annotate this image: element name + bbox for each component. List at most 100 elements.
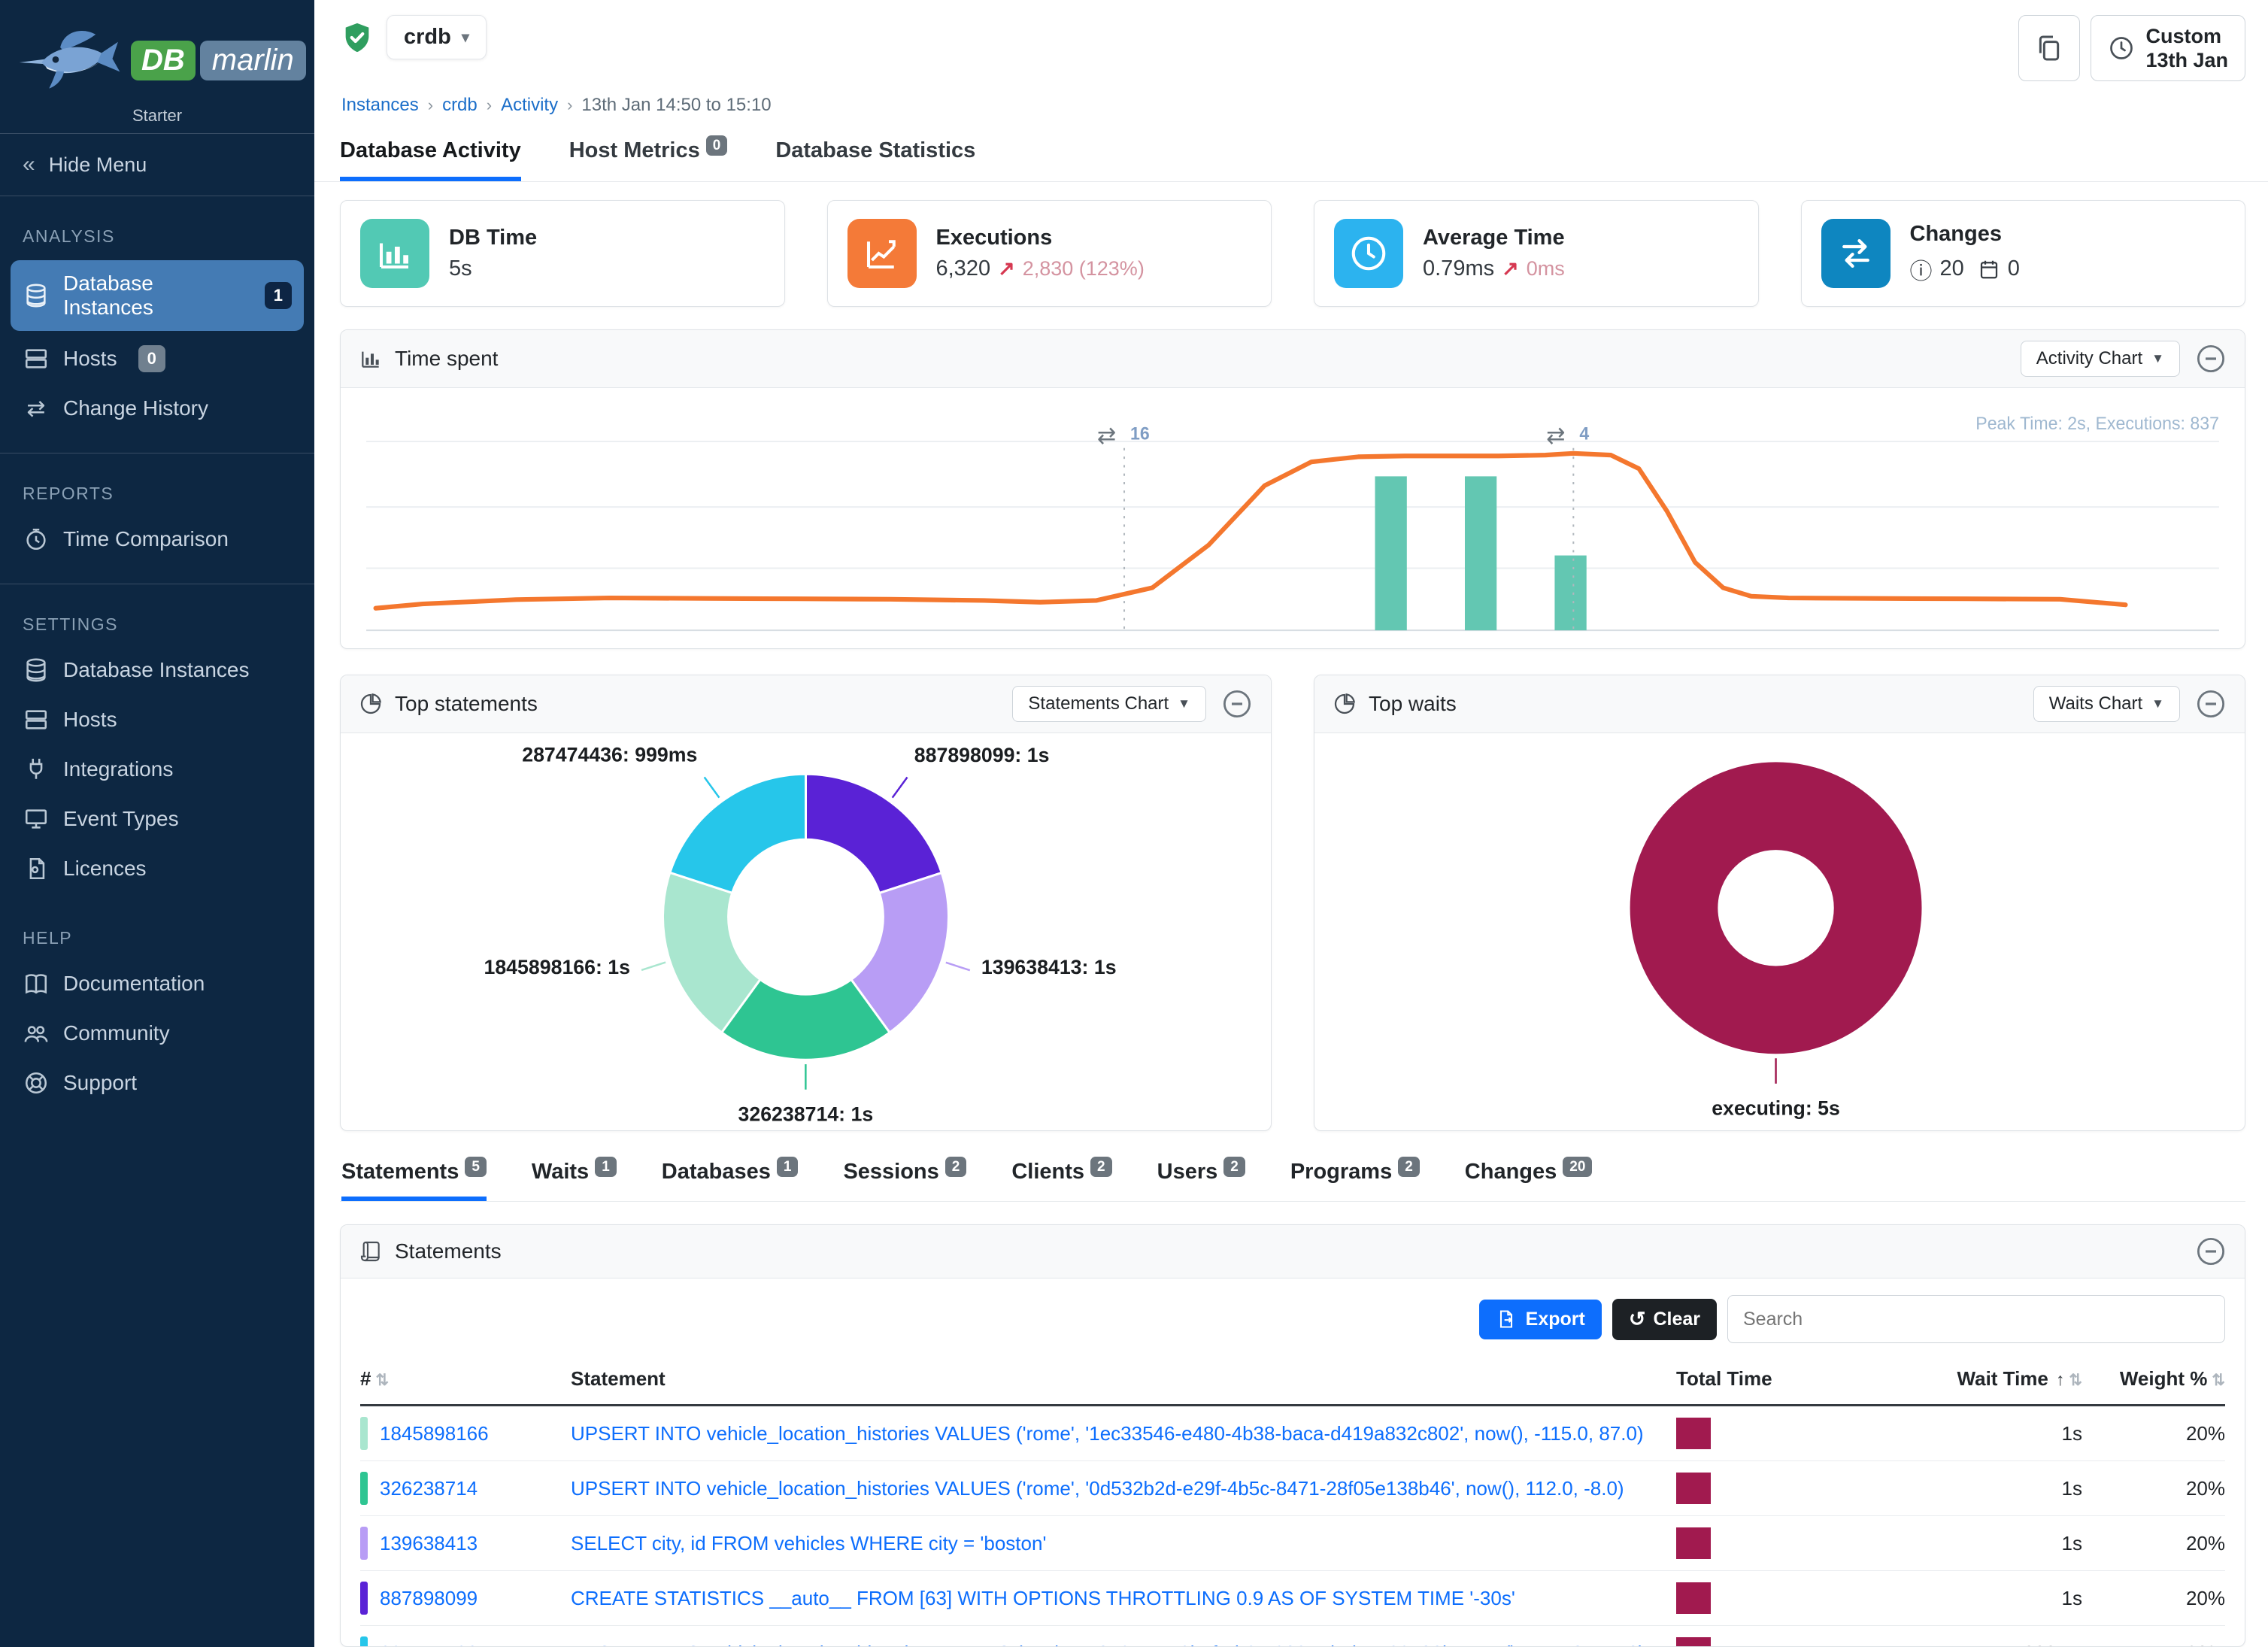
- statement-id-link[interactable]: 1845898166: [380, 1422, 489, 1445]
- statement-link[interactable]: CREATE STATISTICS __auto__ FROM [63] WIT…: [571, 1587, 1515, 1609]
- kpi-executions: Executions 6,320 ↗ 2,830 (123%): [827, 200, 1272, 307]
- breadcrumb-separator: ›: [487, 96, 492, 115]
- people-icon: [23, 1020, 50, 1047]
- tab-databases[interactable]: Databases1: [662, 1160, 799, 1201]
- svg-text:1845898166: 1s: 1845898166: 1s: [484, 956, 630, 978]
- column-header-wait-time[interactable]: Wait Time↑⇅: [1834, 1367, 2082, 1391]
- sidebar-item-settings-hosts[interactable]: Hosts: [0, 695, 314, 745]
- logo-area: DB marlin Starter: [0, 0, 314, 133]
- tab-users[interactable]: Users2: [1157, 1160, 1245, 1201]
- tab-badge: 2: [1090, 1157, 1112, 1177]
- tab-programs[interactable]: Programs2: [1290, 1160, 1420, 1201]
- svg-text:⇄: ⇄: [1097, 423, 1116, 448]
- collapse-panel-button[interactable]: [2195, 343, 2227, 375]
- clock-icon: [23, 526, 50, 553]
- statement-id-link[interactable]: 139638413: [380, 1532, 478, 1555]
- instance-name: crdb: [404, 25, 451, 50]
- copy-link-button[interactable]: [2018, 15, 2080, 81]
- total-time-bar: [1676, 1637, 1711, 1647]
- activity-chart-select[interactable]: Activity Chart ▼: [2021, 341, 2180, 377]
- breadcrumb-activity[interactable]: Activity: [501, 95, 558, 116]
- table-row: 1845898166 UPSERT INTO vehicle_location_…: [360, 1406, 2225, 1461]
- tab-label: Sessions: [843, 1160, 938, 1184]
- select-label: Activity Chart: [2036, 348, 2142, 369]
- tab-statements[interactable]: Statements5: [341, 1160, 487, 1201]
- tab-changes[interactable]: Changes20: [1465, 1160, 1593, 1201]
- svg-text:16: 16: [1130, 423, 1150, 443]
- sidebar-item-time-comparison[interactable]: Time Comparison: [0, 514, 314, 564]
- statement-link[interactable]: SELECT city, id FROM vehicles WHERE city…: [571, 1532, 1046, 1554]
- column-header-weight[interactable]: Weight %⇅: [2082, 1367, 2225, 1391]
- time-range-date: 13th Jan: [2145, 48, 2228, 72]
- swap-arrows-icon: ⇄: [23, 395, 50, 422]
- collapse-panel-button[interactable]: [2195, 1236, 2227, 1267]
- sidebar-item-community[interactable]: Community: [0, 1009, 314, 1058]
- scroll-icon: [359, 1239, 383, 1263]
- column-header-total-time[interactable]: Total Time: [1676, 1367, 1834, 1391]
- statement-id-link[interactable]: 887898099: [380, 1587, 478, 1610]
- tab-clients[interactable]: Clients 2: [1011, 1160, 1111, 1201]
- tab-badge: 20: [1563, 1157, 1592, 1177]
- info-icon: ⓘ: [1910, 253, 1933, 286]
- clear-button[interactable]: ↺ Clear: [1612, 1299, 1717, 1340]
- sidebar-item-database-instances[interactable]: Database Instances 1: [11, 260, 304, 331]
- top-header: crdb ▾: [314, 0, 2268, 116]
- search-input[interactable]: [1727, 1295, 2225, 1343]
- panel-title: Top statements: [395, 692, 538, 716]
- sidebar-item-change-history[interactable]: ⇄ Change History: [0, 384, 314, 433]
- time-spent-chart: 14:5014:5515:0015:05⇄16⇄4Peak Time: 2s, …: [341, 388, 2245, 649]
- statement-link[interactable]: UPSERT INTO vehicle_location_histories V…: [571, 1642, 1645, 1647]
- waits-chart-select[interactable]: Waits Chart ▼: [2033, 686, 2180, 722]
- collapse-panel-button[interactable]: [1221, 688, 1253, 720]
- hide-menu-label: Hide Menu: [49, 153, 147, 177]
- export-icon: [1496, 1309, 1517, 1330]
- breadcrumb-crdb[interactable]: crdb: [442, 95, 478, 116]
- sidebar-item-label: Event Types: [63, 807, 179, 831]
- column-header-statement[interactable]: Statement: [571, 1367, 1676, 1391]
- statement-link[interactable]: UPSERT INTO vehicle_location_histories V…: [571, 1422, 1644, 1445]
- tab-label: Database Activity: [340, 138, 521, 162]
- statement-id-link[interactable]: 326238714: [380, 1477, 478, 1500]
- statement-link[interactable]: UPSERT INTO vehicle_location_histories V…: [571, 1477, 1624, 1500]
- tab-label: Clients: [1011, 1160, 1084, 1184]
- export-button[interactable]: Export: [1479, 1300, 1602, 1339]
- breadcrumb-instances[interactable]: Instances: [341, 95, 419, 116]
- hide-menu-button[interactable]: « Hide Menu: [0, 133, 314, 196]
- tab-database-statistics[interactable]: Database Statistics: [775, 138, 975, 181]
- kpi-changes: Changes ⓘ 20 0: [1801, 200, 2246, 307]
- server-icon: [23, 345, 50, 372]
- statements-chart-select[interactable]: Statements Chart ▼: [1012, 686, 1206, 722]
- tab-host-metrics[interactable]: Host Metrics0: [569, 138, 728, 181]
- sidebar-item-licences[interactable]: Licences: [0, 844, 314, 893]
- time-range-mode: Custom: [2145, 24, 2228, 48]
- breadcrumb-time-range: 13th Jan 14:50 to 15:10: [581, 95, 771, 116]
- tab-database-activity[interactable]: Database Activity: [340, 138, 521, 181]
- sidebar-item-documentation[interactable]: Documentation: [0, 959, 314, 1009]
- sidebar-item-label: Hosts: [63, 708, 117, 732]
- sidebar-item-event-types[interactable]: Event Types: [0, 794, 314, 844]
- statement-id-link[interactable]: 287474436: [380, 1642, 478, 1647]
- collapse-panel-button[interactable]: [2195, 688, 2227, 720]
- trend-up-icon: ↗: [1502, 257, 1519, 281]
- calendar-icon: [1978, 258, 2000, 281]
- sidebar-item-settings-database-instances[interactable]: Database Instances: [0, 645, 314, 695]
- time-range-button[interactable]: Custom 13th Jan: [2091, 15, 2245, 81]
- wait-time-value: 1s: [1834, 1532, 2082, 1555]
- sidebar-item-integrations[interactable]: Integrations: [0, 745, 314, 794]
- sort-icon: ⇅: [375, 1372, 389, 1389]
- count-badge: 0: [138, 345, 165, 372]
- clock-icon: [2108, 35, 2135, 62]
- tab-sessions[interactable]: Sessions2: [843, 1160, 966, 1201]
- life-ring-icon: [23, 1069, 50, 1096]
- instance-selector[interactable]: crdb ▾: [387, 15, 487, 59]
- tab-waits[interactable]: Waits1: [532, 1160, 617, 1201]
- plug-icon: [23, 756, 50, 783]
- kpi-title: DB Time: [449, 226, 537, 250]
- sidebar-item-hosts[interactable]: Hosts 0: [0, 334, 314, 384]
- sidebar-item-support[interactable]: Support: [0, 1058, 314, 1108]
- column-header-num[interactable]: #⇅: [360, 1367, 571, 1391]
- time-spent-panel: Time spent Activity Chart ▼ 14:5014:5515…: [340, 329, 2245, 649]
- table-header-row: #⇅ Statement Total Time Wait Time↑⇅ Weig…: [360, 1355, 2225, 1406]
- chevron-down-icon: ▼: [2151, 351, 2164, 366]
- tab-badge: 1: [595, 1157, 617, 1177]
